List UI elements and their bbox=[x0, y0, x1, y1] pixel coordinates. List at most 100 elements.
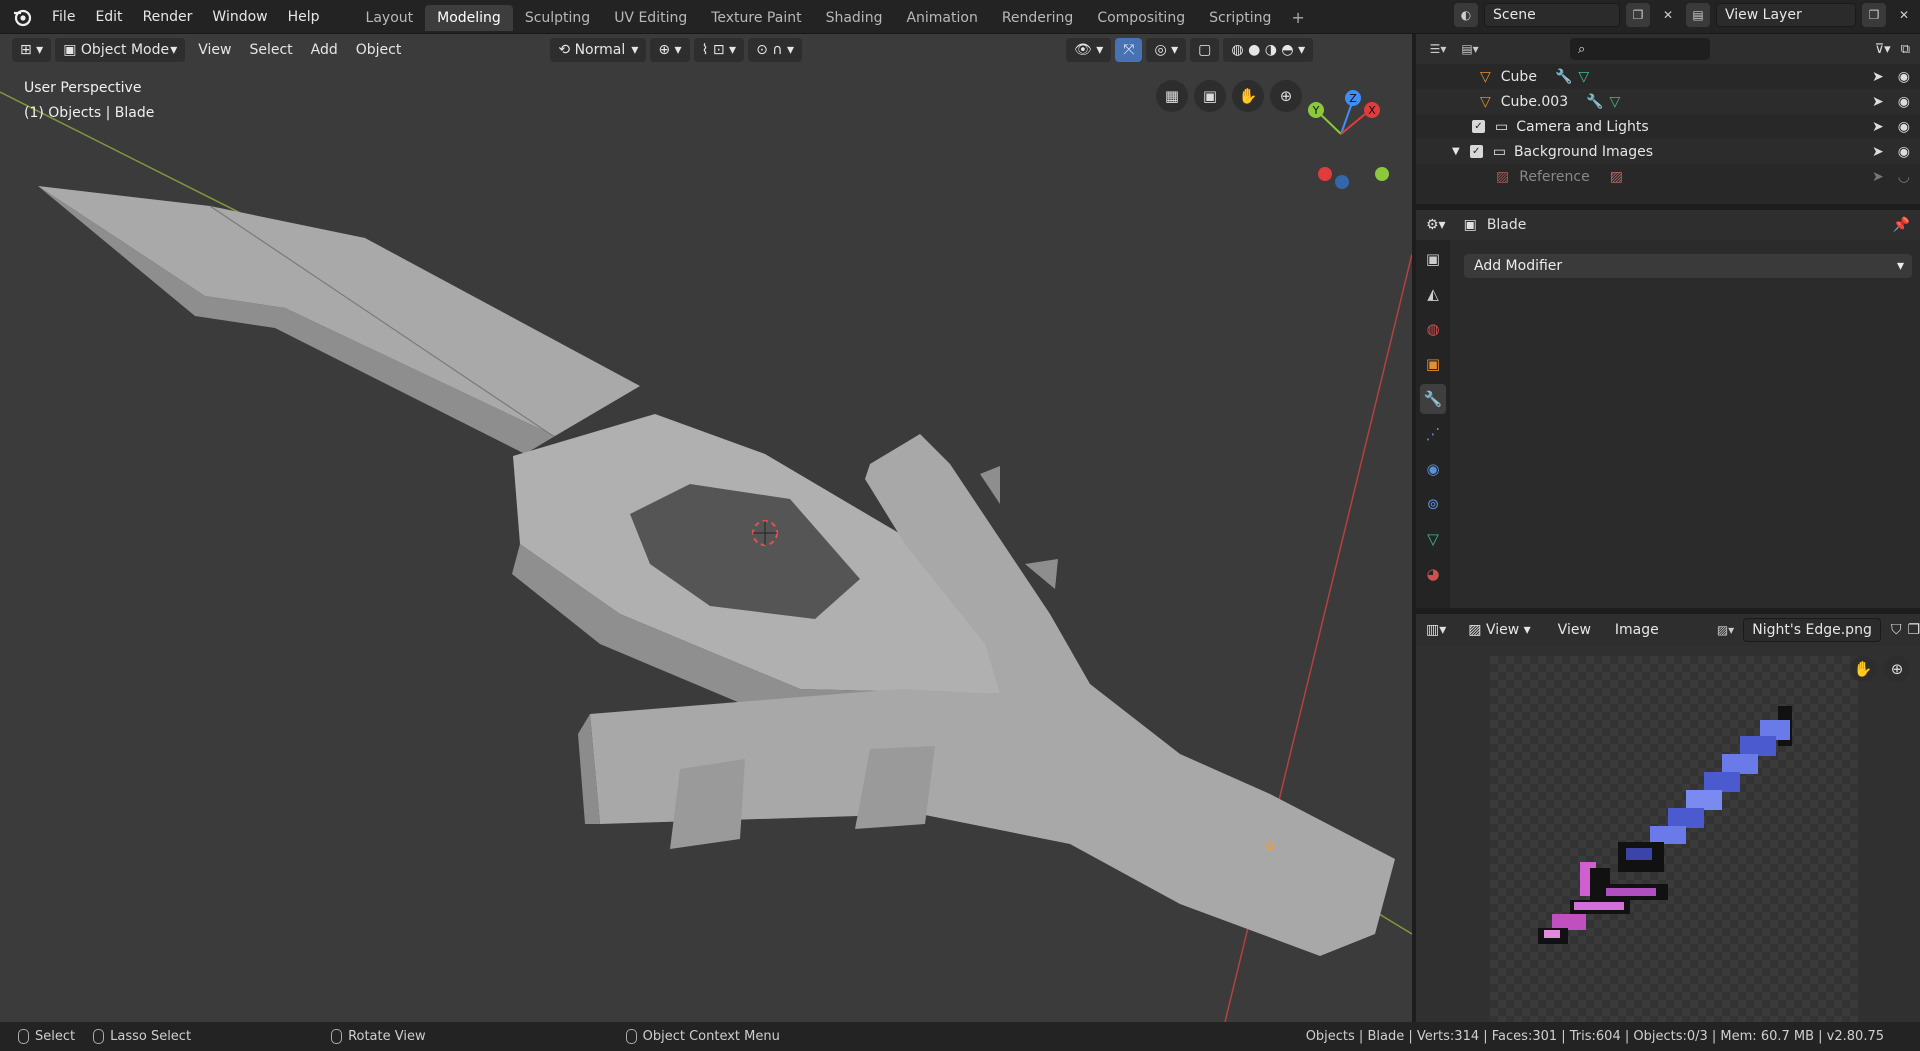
xray-toggle-icon[interactable]: ▢ bbox=[1190, 38, 1220, 62]
tab-material-icon[interactable]: ◕ bbox=[1420, 559, 1446, 589]
editor-type-icon[interactable]: ⚙▾ bbox=[1426, 217, 1446, 233]
eye-icon[interactable]: ◉ bbox=[1898, 69, 1910, 85]
image-browse-icon[interactable]: ▨▾ bbox=[1714, 618, 1738, 642]
checkbox-icon[interactable]: ✓ bbox=[1472, 120, 1485, 133]
outliner-row-cube-003[interactable]: ▽ Cube.003 🔧 ▽ ➤ ◉ bbox=[1416, 89, 1920, 114]
menu-edit[interactable]: Edit bbox=[85, 5, 132, 29]
tab-layout[interactable]: Layout bbox=[354, 5, 426, 31]
view-layer-icon[interactable]: ▤ bbox=[1686, 3, 1710, 27]
outliner-row-cube[interactable]: ▽ Cube 🔧 ▽ ➤ ◉ bbox=[1416, 64, 1920, 89]
tab-rendering[interactable]: Rendering bbox=[990, 5, 1086, 31]
menu-render[interactable]: Render bbox=[133, 5, 203, 29]
menu-add[interactable]: Add bbox=[302, 38, 347, 62]
search-input[interactable]: ⌕ bbox=[1570, 38, 1710, 60]
view-mode-dropdown[interactable]: ▨ View ▾ bbox=[1460, 618, 1539, 642]
right-panels: ☰▾ ▤▾ ⌕ ⊽▾ ⧉ ▽ Cube 🔧 ▽ ➤ ◉ ▽ Cube.003 🔧 … bbox=[1412, 34, 1920, 1022]
tab-object-icon[interactable]: ▣ bbox=[1420, 349, 1446, 379]
editor-type-icon[interactable]: ☰▾ bbox=[1426, 37, 1450, 61]
tab-constraints-icon[interactable]: ⊚ bbox=[1420, 489, 1446, 519]
fake-user-shield-icon[interactable]: ⛉ bbox=[1891, 622, 1902, 638]
view-layer-field[interactable]: View Layer bbox=[1716, 3, 1856, 27]
eye-icon[interactable]: ◉ bbox=[1898, 94, 1910, 110]
image-name-field[interactable]: Night's Edge.png bbox=[1743, 618, 1881, 642]
modifier-wrench-icon: 🔧 bbox=[1554, 68, 1573, 85]
menu-file[interactable]: File bbox=[42, 5, 85, 29]
menu-view[interactable]: View bbox=[189, 38, 240, 62]
shading-modes[interactable]: ◍ ● ◑ ◓ ▾ bbox=[1223, 38, 1314, 62]
close-scene-icon[interactable]: ✕ bbox=[1656, 3, 1680, 27]
pan-hand-icon[interactable]: ✋ bbox=[1232, 80, 1264, 112]
menu-object[interactable]: Object bbox=[347, 38, 411, 62]
tab-mesh-data-icon[interactable]: ▽ bbox=[1420, 524, 1446, 554]
transform-orientation-dropdown[interactable]: ⟲ Normal ▾ bbox=[550, 38, 647, 62]
orientation-gizmo[interactable]: Z Y X bbox=[1296, 84, 1390, 200]
add-workspace-button[interactable]: + bbox=[1283, 5, 1312, 31]
overlay-toggle-icon[interactable]: ◎ ▾ bbox=[1146, 38, 1187, 62]
tab-animation[interactable]: Animation bbox=[894, 5, 989, 31]
tab-sculpting[interactable]: Sculpting bbox=[513, 5, 602, 31]
eye-closed-icon[interactable]: ◡ bbox=[1898, 169, 1910, 185]
add-modifier-dropdown[interactable]: Add Modifier ▾ bbox=[1464, 254, 1912, 278]
new-collection-icon[interactable]: ⧉ bbox=[1901, 42, 1910, 57]
outliner-row-camera-and-lights[interactable]: ✓ ▭ Camera and Lights ➤ ◉ bbox=[1416, 114, 1920, 139]
editor-type-button[interactable]: ⊞ ▾ bbox=[12, 38, 52, 62]
tab-render-icon[interactable]: ▣ bbox=[1420, 244, 1446, 274]
object-icon: ▣ bbox=[1463, 217, 1477, 233]
tab-texture-paint[interactable]: Texture Paint bbox=[699, 5, 813, 31]
chevron-down-icon[interactable]: ▼ bbox=[1452, 146, 1460, 157]
close-view-layer-icon[interactable]: ✕ bbox=[1892, 3, 1916, 27]
new-scene-icon[interactable]: ❐ bbox=[1626, 3, 1650, 27]
menu-help[interactable]: Help bbox=[278, 5, 330, 29]
viewport-scene[interactable] bbox=[0, 34, 1412, 1022]
new-view-layer-icon[interactable]: ❐ bbox=[1862, 3, 1886, 27]
scene-icon[interactable]: ◐ bbox=[1454, 3, 1478, 27]
camera-view-icon[interactable]: ▣ bbox=[1194, 80, 1226, 112]
editor-type-icon[interactable]: ▥▾ bbox=[1426, 622, 1446, 638]
select-arrow-icon[interactable]: ➤ bbox=[1872, 144, 1884, 160]
tab-uv-editing[interactable]: UV Editing bbox=[602, 5, 699, 31]
proportional-edit-icon[interactable]: ⊙ ∩ ▾ bbox=[748, 38, 802, 62]
blender-logo-icon[interactable] bbox=[10, 5, 34, 29]
menu-view[interactable]: View bbox=[1549, 618, 1600, 642]
tab-physics-icon[interactable]: ◉ bbox=[1420, 454, 1446, 484]
mode-dropdown[interactable]: ▣ Object Mode ▾ bbox=[55, 38, 186, 62]
tab-scripting[interactable]: Scripting bbox=[1197, 5, 1283, 31]
tab-modeling[interactable]: Modeling bbox=[425, 4, 513, 31]
tab-shading[interactable]: Shading bbox=[814, 5, 895, 31]
menu-image[interactable]: Image bbox=[1606, 618, 1668, 642]
eye-icon[interactable]: ◉ bbox=[1898, 119, 1910, 135]
zoom-icon[interactable]: ⊕ bbox=[1884, 656, 1910, 682]
workspace-tabs: Layout Modeling Sculpting UV Editing Tex… bbox=[354, 3, 1313, 31]
menu-window[interactable]: Window bbox=[202, 5, 277, 29]
gizmo-toggle-icon[interactable]: ⤧ bbox=[1115, 38, 1143, 62]
zoom-icon[interactable]: ⊕ bbox=[1270, 80, 1302, 112]
image-canvas[interactable] bbox=[1490, 656, 1858, 1022]
tab-scene-icon[interactable]: ◭ bbox=[1420, 279, 1446, 309]
eye-icon[interactable]: ◉ bbox=[1898, 144, 1910, 160]
scene-field[interactable]: Scene bbox=[1484, 3, 1620, 27]
visibility-icon[interactable]: 👁 ▾ bbox=[1066, 38, 1112, 62]
select-arrow-icon[interactable]: ➤ bbox=[1872, 119, 1884, 135]
mouse-drag-icon bbox=[93, 1029, 105, 1044]
tab-compositing[interactable]: Compositing bbox=[1085, 5, 1197, 31]
pivot-icon[interactable]: ⊕ ▾ bbox=[650, 38, 690, 62]
select-arrow-icon[interactable]: ➤ bbox=[1872, 69, 1884, 85]
select-arrow-icon[interactable]: ➤ bbox=[1872, 169, 1884, 185]
3d-viewport[interactable]: ⊞ ▾ ▣ Object Mode ▾ View Select Add Obje… bbox=[0, 34, 1412, 1022]
tab-world-icon[interactable]: ◍ bbox=[1420, 314, 1446, 344]
checkbox-icon[interactable]: ✓ bbox=[1469, 145, 1483, 158]
outliner-row-background-images[interactable]: ▼ ✓ ▭ Background Images ➤ ◉ bbox=[1416, 139, 1920, 164]
pan-hand-icon[interactable]: ✋ bbox=[1850, 656, 1876, 682]
snap-icon[interactable]: ⌇ ⊡ ▾ bbox=[693, 38, 745, 62]
display-mode-icon[interactable]: ▤▾ bbox=[1458, 37, 1482, 61]
outliner-row-reference[interactable]: ▨ Reference ▨ ➤ ◡ bbox=[1416, 164, 1920, 189]
select-arrow-icon[interactable]: ➤ bbox=[1872, 94, 1884, 110]
filter-icon[interactable]: ⊽▾ bbox=[1875, 42, 1891, 57]
tab-particles-icon[interactable]: ⋰ bbox=[1420, 419, 1446, 449]
menu-select[interactable]: Select bbox=[240, 38, 301, 62]
new-image-icon[interactable]: ❐ bbox=[1907, 622, 1920, 638]
tab-modifier-wrench-icon[interactable]: 🔧 bbox=[1420, 384, 1446, 414]
scene-selectors: ◐ Scene ❐ ✕ ▤ View Layer ❐ ✕ bbox=[1454, 3, 1920, 27]
grid-toggle-icon[interactable]: ▦ bbox=[1156, 80, 1188, 112]
pin-icon[interactable]: 📌 bbox=[1893, 217, 1910, 233]
